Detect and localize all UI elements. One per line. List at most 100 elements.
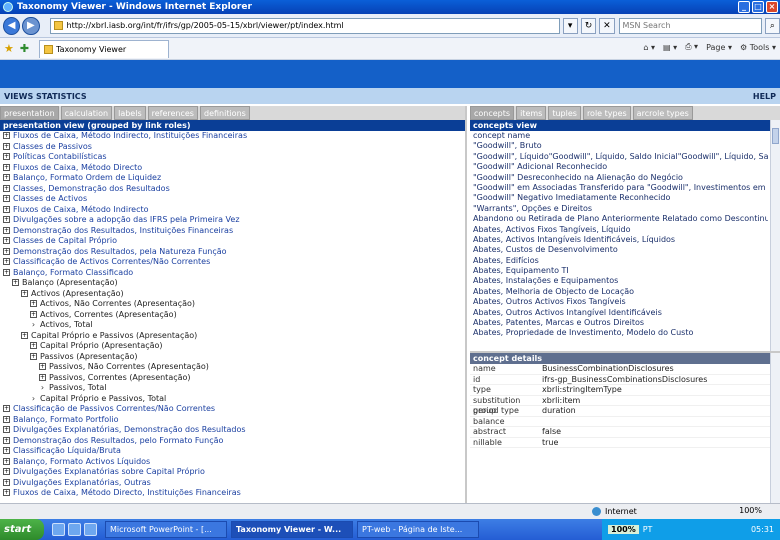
- tree-node[interactable]: + Capital Próprio e Passivos (Apresentaçã…: [0, 331, 465, 342]
- tree-node[interactable]: + Classes de Activos: [0, 194, 465, 205]
- refresh-icon[interactable]: ↻: [580, 17, 597, 34]
- concept-row[interactable]: Abates, Activos Fixos Tangíveis, Líquido: [470, 225, 768, 235]
- go-button[interactable]: ▾: [562, 17, 578, 34]
- tree-node[interactable]: + Divulgações sobre a adopção das IFRS pe…: [0, 215, 465, 226]
- tree-node[interactable]: + Classificação de Passivos Correntes/Não…: [0, 404, 465, 415]
- tools-menu[interactable]: ⚙ Tools ▾: [740, 43, 776, 52]
- right-view-tab[interactable]: items: [516, 106, 547, 120]
- address-bar[interactable]: http://xbrl.iasb.org/int/fr/ifrs/gp/2005…: [49, 17, 560, 34]
- expand-icon[interactable]: +: [3, 205, 10, 213]
- concepts-scrollbar[interactable]: [770, 120, 780, 351]
- concept-row[interactable]: Abates, Equipamento TI: [470, 266, 768, 276]
- expand-icon[interactable]: +: [21, 289, 28, 297]
- quick-launch-icon[interactable]: [52, 523, 65, 536]
- tree-node[interactable]: + Demonstração dos Resultados, Instituiçõ…: [0, 226, 465, 237]
- add-favorite-icon[interactable]: ✚: [20, 42, 29, 55]
- expand-icon[interactable]: +: [3, 153, 10, 160]
- expand-icon[interactable]: +: [3, 195, 10, 202]
- search-icon[interactable]: ⌕: [764, 17, 780, 34]
- task-taxonomy-viewer[interactable]: Taxonomy Viewer - W...: [231, 521, 353, 538]
- left-view-tab[interactable]: definitions: [199, 106, 250, 120]
- expand-icon[interactable]: +: [3, 415, 10, 423]
- tree-node[interactable]: + Activos (Apresentação): [0, 289, 465, 300]
- concept-row[interactable]: "Goodwill" Desreconhecido na Alienação d…: [470, 173, 768, 183]
- concept-row[interactable]: Abates, Edifícios: [470, 256, 768, 266]
- tree-node[interactable]: › Passivos, Total: [0, 383, 465, 394]
- scrollbar-thumb[interactable]: [772, 128, 779, 144]
- concept-row[interactable]: Abates, Melhoria de Objecto de Locação: [470, 287, 768, 297]
- tree-node[interactable]: + Divulgações Explanatórias, Demonstração…: [0, 425, 465, 436]
- expand-icon[interactable]: +: [30, 352, 37, 360]
- tree-node[interactable]: + Balanço, Formato Portfolio: [0, 415, 465, 426]
- concept-row[interactable]: "Goodwill", Líquido"Goodwill", Líquido, …: [470, 152, 768, 162]
- quick-launch-icon[interactable]: [68, 523, 81, 536]
- expand-icon[interactable]: +: [3, 405, 10, 412]
- tree-node[interactable]: + Políticas Contabilísticas: [0, 152, 465, 163]
- expand-icon[interactable]: +: [3, 436, 10, 444]
- expand-icon[interactable]: +: [3, 489, 10, 496]
- expand-icon[interactable]: +: [39, 373, 46, 381]
- stop-icon[interactable]: ✕: [599, 17, 615, 34]
- task-pt-web[interactable]: PT-web - Página de Iste...: [357, 521, 479, 538]
- tree-node[interactable]: + Balanço (Apresentação): [0, 278, 465, 289]
- expand-icon[interactable]: +: [3, 184, 10, 192]
- expand-icon[interactable]: +: [30, 310, 37, 318]
- expand-icon[interactable]: +: [3, 216, 10, 223]
- maximize-button[interactable]: □: [752, 1, 764, 13]
- expand-icon[interactable]: +: [3, 268, 10, 276]
- views-statistics-menu[interactable]: VIEWS STATISTICS: [4, 92, 87, 101]
- expand-icon[interactable]: +: [3, 426, 10, 433]
- expand-icon[interactable]: +: [3, 258, 10, 265]
- task-powerpoint[interactable]: Microsoft PowerPoint - [...: [105, 521, 227, 538]
- left-view-tab[interactable]: labels: [114, 106, 146, 120]
- tree-node[interactable]: + Classes de Passivos: [0, 142, 465, 153]
- print-icon[interactable]: ⎙ ▾: [685, 42, 698, 52]
- concept-row[interactable]: "Goodwill", Bruto: [470, 141, 768, 151]
- page-menu[interactable]: Page ▾: [706, 43, 732, 52]
- expand-icon[interactable]: +: [3, 163, 10, 171]
- right-view-tab[interactable]: tuples: [548, 106, 581, 120]
- expand-icon[interactable]: +: [3, 237, 10, 244]
- concept-row[interactable]: Abates, Instalações e Equipamentos: [470, 276, 768, 286]
- back-button[interactable]: ◀: [3, 16, 21, 35]
- zoom-level[interactable]: 100%: [739, 506, 762, 515]
- expand-icon[interactable]: +: [21, 331, 28, 339]
- tree-node[interactable]: + Capital Próprio (Apresentação): [0, 341, 465, 352]
- browser-tab[interactable]: Taxonomy Viewer: [39, 39, 170, 58]
- concept-row[interactable]: Abandono ou Retirada de Plano Anteriorme…: [470, 214, 768, 224]
- tree-node[interactable]: + Balanço, Formato Ordem de Liquidez: [0, 173, 465, 184]
- concept-row[interactable]: "Goodwill" em Associadas Transferido par…: [470, 183, 768, 193]
- tree-node[interactable]: + Demonstração dos Resultados, pela Natur…: [0, 247, 465, 258]
- details-scrollbar[interactable]: [770, 353, 780, 503]
- left-view-tab[interactable]: calculation: [60, 106, 113, 120]
- expand-icon[interactable]: +: [12, 279, 19, 286]
- quick-launch-icon[interactable]: [84, 523, 97, 536]
- tree-node[interactable]: + Fluxos de Caixa, Método Indirecto, Inst…: [0, 131, 465, 142]
- expand-icon[interactable]: +: [3, 247, 10, 255]
- concept-row[interactable]: "Goodwill" Negativo Imediatamente Reconh…: [470, 193, 768, 203]
- concept-row[interactable]: "Warrants", Opções e Direitos: [470, 204, 768, 214]
- feeds-icon[interactable]: ▤ ▾: [663, 43, 677, 52]
- expand-icon[interactable]: +: [3, 457, 10, 465]
- favorites-star-icon[interactable]: ★: [4, 42, 14, 55]
- expand-icon[interactable]: +: [3, 142, 10, 150]
- home-icon[interactable]: ⌂ ▾: [643, 43, 655, 52]
- tree-node[interactable]: + Activos, Correntes (Apresentação): [0, 310, 465, 321]
- tree-node[interactable]: + Balanço, Formato Activos Líquidos: [0, 457, 465, 468]
- tree-node[interactable]: + Passivos, Não Correntes (Apresentação): [0, 362, 465, 373]
- concept-row[interactable]: Abates, Activos Intangíveis Identificáve…: [470, 235, 768, 245]
- expand-icon[interactable]: +: [30, 300, 37, 307]
- expand-icon[interactable]: +: [3, 468, 10, 475]
- right-view-tab[interactable]: arcrole types: [632, 106, 693, 120]
- minimize-button[interactable]: _: [738, 1, 750, 13]
- expand-icon[interactable]: +: [3, 132, 10, 139]
- concept-row[interactable]: Abates, Propriedade de Investimento, Mod…: [470, 328, 768, 338]
- tree-node[interactable]: + Classes de Capital Próprio: [0, 236, 465, 247]
- tree-node[interactable]: + Fluxos de Caixa, Método Directo, Instit…: [0, 488, 465, 499]
- tree-node[interactable]: + Classificação Líquida/Bruta: [0, 446, 465, 457]
- concept-row[interactable]: "Goodwill" Adicional Reconhecido: [470, 162, 768, 172]
- tree-node[interactable]: + Fluxos de Caixa, Método Indirecto: [0, 205, 465, 216]
- tree-node[interactable]: › Capital Próprio e Passivos, Total: [0, 394, 465, 405]
- tree-node[interactable]: + Fluxos de Caixa, Método Directo: [0, 163, 465, 174]
- expand-icon[interactable]: +: [3, 478, 10, 486]
